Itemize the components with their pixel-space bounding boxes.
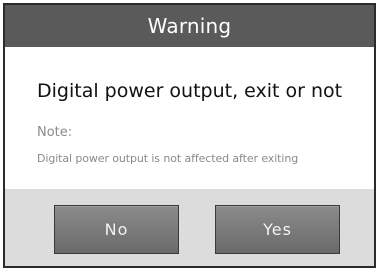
note-label: Note: — [37, 125, 73, 140]
dialog-title: Warning — [147, 14, 232, 38]
dialog-content: Digital power output, exit or not Note: … — [5, 47, 374, 189]
dialog-message: Digital power output, exit or not — [37, 80, 343, 102]
no-button-label: No — [104, 220, 129, 239]
warning-dialog: Warning Digital power output, exit or no… — [3, 3, 376, 268]
no-button[interactable]: No — [54, 205, 179, 254]
yes-button[interactable]: Yes — [215, 205, 340, 254]
note-text: Digital power output is not affected aft… — [37, 152, 299, 165]
dialog-button-bar: No Yes — [5, 189, 374, 266]
yes-button-label: Yes — [263, 220, 292, 239]
dialog-titlebar: Warning — [5, 5, 374, 47]
